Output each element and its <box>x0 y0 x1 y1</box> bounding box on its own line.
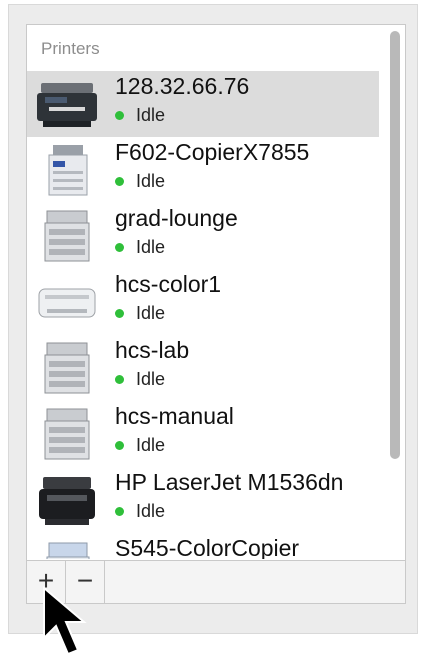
printer-status: Idle <box>115 435 165 456</box>
printer-status-label: Idle <box>136 105 166 125</box>
printers-list-panel: Printers 128.32.66.76 Idle F602-CopierX7… <box>26 24 406 604</box>
printer-row[interactable]: 128.32.66.76 Idle <box>27 71 379 137</box>
printer-name: S545-ColorCopier <box>115 535 300 559</box>
vertical-scrollbar[interactable] <box>387 29 403 559</box>
printers-list-header: Printers <box>41 39 100 58</box>
copier-icon <box>48 145 88 196</box>
mouse-pointer-icon <box>43 586 87 656</box>
printer-status-label: Idle <box>136 435 166 455</box>
printer-row[interactable]: HP LaserJet M1536dn Idle <box>27 467 379 533</box>
printer-row[interactable]: hcs-color1 Idle <box>27 269 379 335</box>
printer-name: hcs-lab <box>115 337 190 363</box>
printer-status-label: Idle <box>136 237 166 257</box>
printer-status-label: Idle <box>136 171 166 191</box>
printer-row[interactable]: F602-CopierX7855 Idle <box>27 137 379 203</box>
status-dot-icon <box>115 309 124 318</box>
office-printer-icon <box>44 342 90 394</box>
printer-name: grad-lounge <box>115 205 238 231</box>
printer-status: Idle <box>115 369 165 390</box>
printer-name: 128.32.66.76 <box>115 73 250 99</box>
laser-printer-icon <box>38 288 96 318</box>
office-printer-icon <box>44 408 90 460</box>
printer-name: hcs-manual <box>115 403 234 429</box>
status-dot-icon <box>115 177 124 186</box>
printer-status: Idle <box>115 171 165 192</box>
scrollbar-thumb[interactable] <box>390 31 400 459</box>
printer-status: Idle <box>115 303 165 324</box>
printer-name: hcs-color1 <box>115 271 222 297</box>
printer-status-label: Idle <box>136 501 166 521</box>
office-printer-icon <box>44 210 90 262</box>
printer-row[interactable]: hcs-manual Idle <box>27 401 379 467</box>
status-dot-icon <box>115 111 124 120</box>
printer-status-label: Idle <box>136 303 166 323</box>
printer-name: HP LaserJet M1536dn <box>115 469 344 495</box>
printer-status: Idle <box>115 105 165 126</box>
printer-status: Idle <box>115 501 165 522</box>
printer-row[interactable]: hcs-lab Idle <box>27 335 379 401</box>
printer-status-label: Idle <box>136 369 166 389</box>
multifunction-printer-icon <box>37 83 97 127</box>
status-dot-icon <box>115 243 124 252</box>
color-copier-icon <box>46 542 90 559</box>
printer-row[interactable]: grad-lounge Idle <box>27 203 379 269</box>
status-dot-icon <box>115 375 124 384</box>
printer-name: F602-CopierX7855 <box>115 139 310 165</box>
status-dot-icon <box>115 507 124 516</box>
printer-row[interactable]: S545-ColorCopier <box>27 533 379 559</box>
printer-status: Idle <box>115 237 165 258</box>
mfp-black-printer-icon <box>39 477 95 525</box>
printers-list[interactable]: 128.32.66.76 Idle F602-CopierX7855 Idle <box>27 71 405 559</box>
status-dot-icon <box>115 441 124 450</box>
